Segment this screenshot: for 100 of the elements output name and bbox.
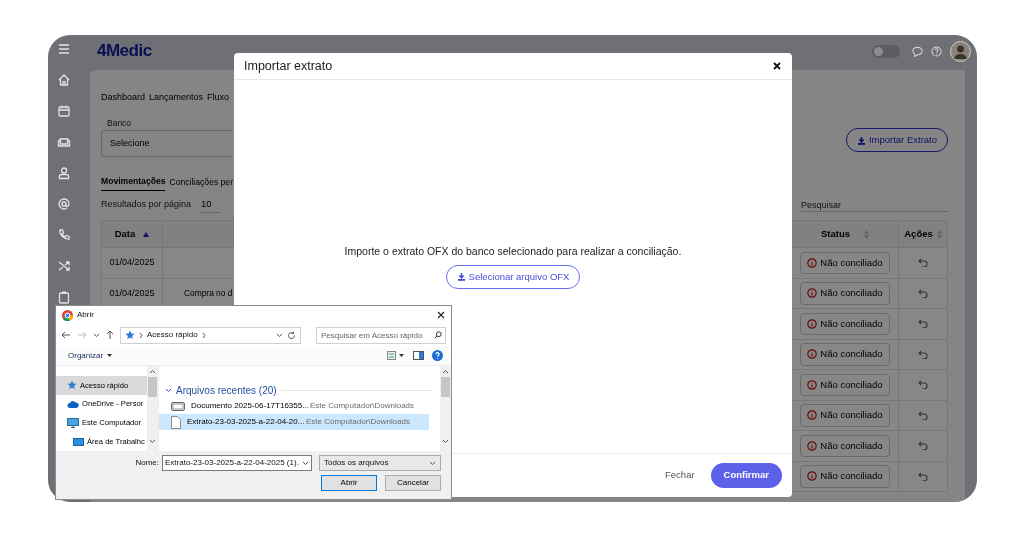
select-file-button[interactable]: Selecionar arquivo OFX	[445, 264, 581, 289]
undo-icon[interactable]	[918, 380, 928, 390]
at-sign-icon[interactable]	[57, 197, 71, 211]
scroll-up-icon[interactable]	[149, 369, 156, 374]
cancel-button[interactable]: Cancelar	[385, 475, 441, 491]
undo-icon[interactable]	[918, 471, 928, 481]
search-field[interactable]: Pesquisar	[801, 198, 948, 213]
status-badge: Não conciliado	[800, 312, 890, 335]
cloud-icon	[67, 400, 79, 409]
preview-pane-icon[interactable]	[413, 351, 424, 360]
nav-link[interactable]: Lançamentos	[149, 91, 204, 105]
file-row[interactable]: Documento 2025-06-17T16355...Este Computador\Downloads	[159, 398, 429, 414]
confirm-button[interactable]: Confirmar	[710, 463, 782, 488]
status-badge: Não conciliado	[800, 434, 890, 457]
recent-locations-icon[interactable]	[93, 332, 100, 338]
info-icon	[807, 288, 818, 299]
avatar[interactable]	[950, 40, 971, 62]
close-icon	[773, 62, 781, 70]
sort-ascending-icon[interactable]	[143, 231, 150, 237]
date-cell: 01/04/2025	[109, 256, 155, 270]
status-badge: Não conciliado	[800, 251, 890, 274]
file-row[interactable]: Extrato-23-03-2025-a-22-04-20... Este Computador\Downloads	[159, 414, 429, 430]
help-icon[interactable]	[432, 350, 443, 361]
dialog-title: Abrir	[77, 309, 94, 321]
page-size-select[interactable]: 10	[199, 197, 220, 214]
drive-icon	[171, 401, 185, 411]
nav-link[interactable]: Fluxo	[207, 91, 230, 105]
nav-link[interactable]: Dashboard	[101, 91, 146, 105]
close-icon[interactable]	[437, 311, 445, 319]
info-icon	[807, 471, 818, 482]
modal-message: Importe o extrato OFX do banco selecionado para realizar a conciliação.	[344, 244, 682, 260]
desktop-icon	[73, 437, 84, 446]
tab[interactable]: Conciliações per	[169, 174, 233, 192]
undo-icon[interactable]	[918, 319, 928, 329]
section-header[interactable]: Arquivos recentes (20)	[176, 383, 277, 398]
scroll-down-icon[interactable]	[149, 439, 156, 445]
file-type-select[interactable]: Todos os arquivos	[319, 455, 441, 471]
filename-field[interactable]: Extrato-23-03-2025-a-22-04-2025 (1).	[162, 455, 312, 471]
star-icon	[67, 380, 77, 391]
logo: 4Medic	[97, 40, 152, 63]
chevron-icon[interactable]	[165, 388, 172, 393]
column-header: Ações	[904, 227, 933, 241]
up-icon[interactable]	[106, 330, 114, 340]
scrollbar-thumb[interactable]	[441, 377, 450, 397]
search-icon	[434, 331, 442, 339]
open-button[interactable]: Abrir	[321, 475, 377, 491]
undo-icon[interactable]	[918, 288, 928, 298]
status-badge: Não conciliado	[800, 282, 890, 305]
description-cell: Compra no d	[184, 287, 233, 300]
close-button[interactable]	[771, 60, 783, 72]
undo-icon[interactable]	[918, 441, 928, 451]
info-icon	[807, 318, 818, 329]
info-icon	[807, 410, 818, 421]
undo-icon[interactable]	[918, 258, 928, 268]
tab[interactable]: Movimentações	[101, 174, 166, 192]
scrollbar-thumb[interactable]	[148, 377, 157, 397]
column-header: Status	[820, 227, 850, 241]
scrollbar[interactable]	[147, 366, 158, 451]
undo-icon[interactable]	[918, 349, 928, 359]
clipboard-icon[interactable]	[57, 290, 71, 304]
info-icon	[807, 440, 818, 451]
chevron-icon	[139, 331, 143, 339]
browser-logo-icon	[62, 309, 73, 321]
undo-icon[interactable]	[918, 410, 928, 420]
sofa-icon[interactable]	[57, 135, 71, 149]
view-options-icon[interactable]	[387, 351, 405, 360]
scrollbar[interactable]	[440, 366, 451, 451]
theme-toggle[interactable]	[872, 44, 900, 58]
address-bar[interactable]: Acesso rápido	[120, 326, 301, 344]
close-link-button[interactable]: Fechar	[665, 468, 695, 483]
chat-icon[interactable]	[912, 45, 923, 57]
status-badge: Não conciliado	[800, 465, 890, 488]
star-icon	[125, 330, 135, 340]
phone-icon[interactable]	[57, 228, 71, 242]
column-header: Data	[114, 227, 136, 241]
bank-label: Banco	[107, 116, 133, 130]
shuffle-icon[interactable]	[57, 259, 71, 273]
status-badge: Não conciliado	[800, 404, 890, 427]
download-icon	[456, 272, 466, 282]
bank-select[interactable]: Selecione	[101, 130, 232, 158]
info-icon	[807, 349, 818, 360]
dropdown-icon[interactable]	[429, 460, 436, 466]
back-icon[interactable]	[61, 331, 71, 339]
modal-title: Importar extrato	[244, 57, 333, 75]
scroll-down-icon[interactable]	[442, 439, 449, 445]
user-icon[interactable]	[57, 166, 71, 180]
caret-icon	[107, 354, 113, 357]
home-icon[interactable]	[57, 73, 71, 87]
info-icon	[807, 257, 818, 268]
dropdown-icon[interactable]	[302, 460, 309, 466]
calendar-icon[interactable]	[57, 104, 71, 118]
organize-menu[interactable]: Organizar	[68, 349, 113, 362]
menu-icon[interactable]	[57, 42, 71, 56]
help-icon[interactable]	[931, 45, 942, 57]
chevron-icon	[201, 331, 206, 339]
dropdown-icon[interactable]	[276, 332, 283, 338]
date-cell-text: 01/04/2025	[109, 286, 155, 300]
status-badge: Não conciliado	[800, 373, 890, 396]
scroll-up-icon[interactable]	[442, 369, 449, 374]
refresh-icon[interactable]	[287, 330, 296, 340]
